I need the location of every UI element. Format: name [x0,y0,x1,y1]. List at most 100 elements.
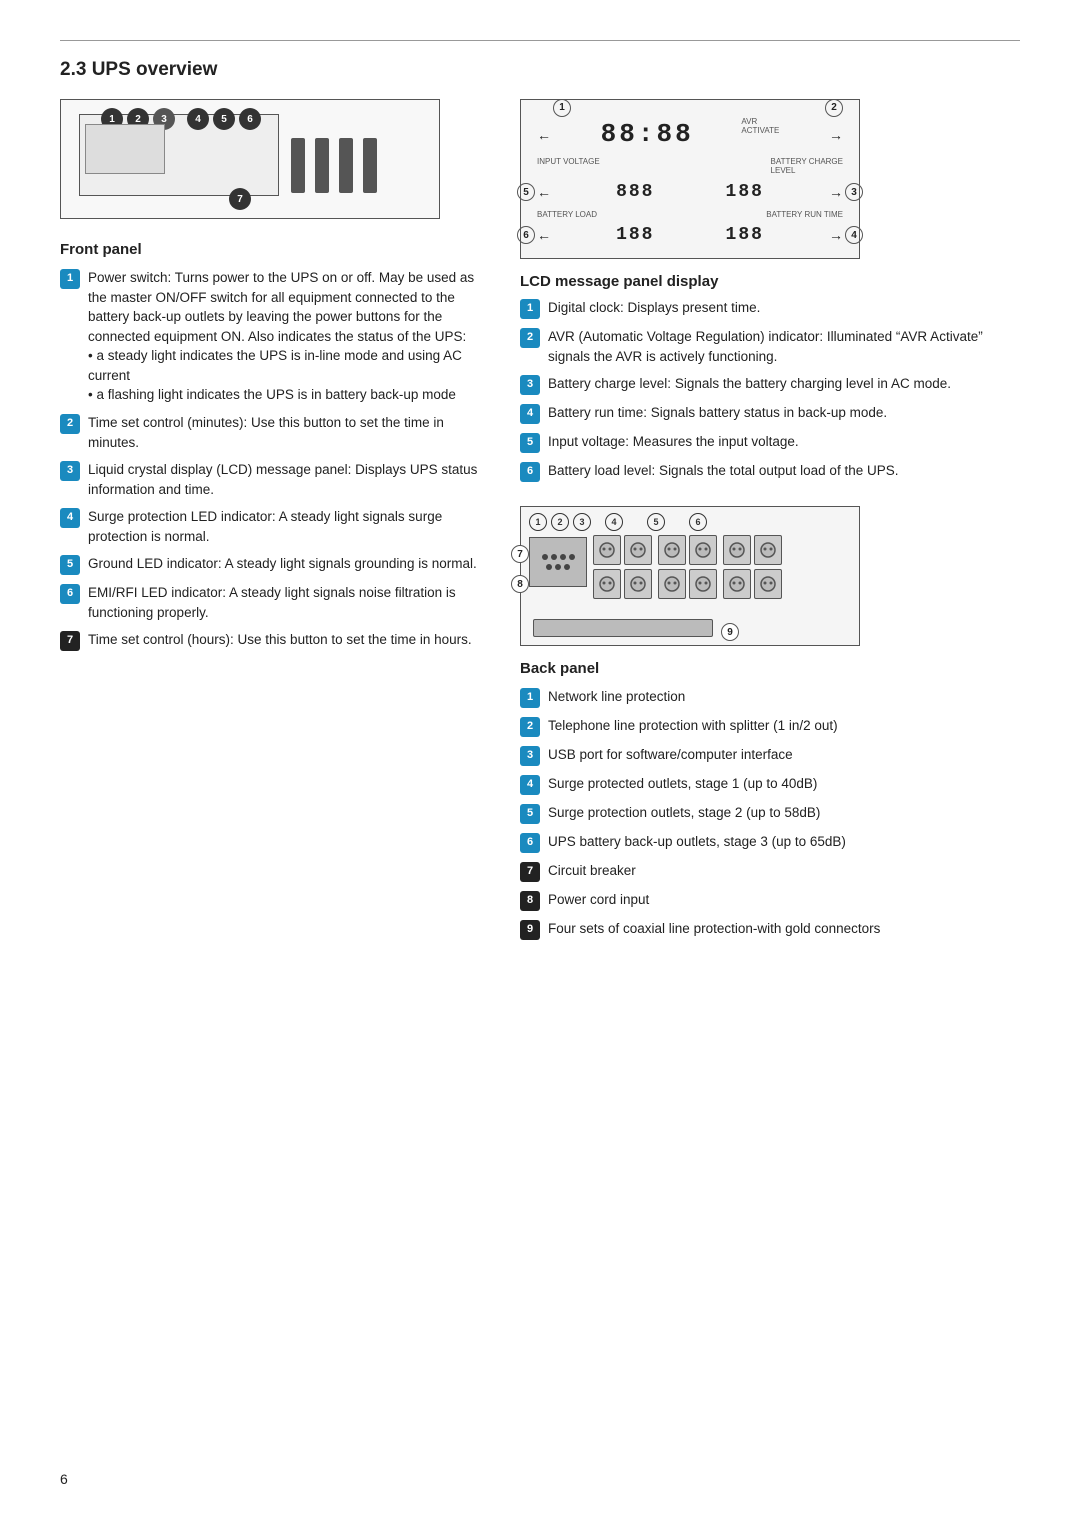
bp-badge-3: 3 [520,746,540,766]
lcd-text-6: Battery load level: Signals the total ou… [548,461,898,482]
lcd-num-2: 2 [825,99,843,117]
lcd-row-3: 6 ← 188 188 → 4 [537,225,843,245]
bp-dot-row1 [542,554,575,560]
fp-bar-4 [363,138,377,193]
lcd-badge-1: 1 [520,299,540,319]
bp-top-c1: 1 [529,513,547,531]
outlet-svg-3 [663,541,681,559]
lcd-arrow-right-3: → [829,184,843,200]
bp-top-c2: 2 [551,513,569,531]
bp-outlet-groups [593,535,782,565]
lcd-label-battery-run: BATTERY RUN TIME [766,210,843,219]
fp-text-5: Ground LED indicator: A steady light sig… [88,554,477,575]
top-divider [60,40,1020,41]
bp-top-c6: 6 [689,513,707,531]
fp-circle-4: 4 [187,108,209,130]
fp-badge-1: 1 [60,269,80,289]
fp-badge-4: 4 [60,508,80,528]
fp-item-6: 6 EMI/RFI LED indicator: A steady light … [60,583,480,622]
fp-circle-7: 7 [229,188,251,210]
fp-badge-3: 3 [60,461,80,481]
bp-dot [569,554,575,560]
bp-dot-row2 [546,564,570,570]
outlet-svg-5 [728,541,746,559]
bp-badge-6: 6 [520,833,540,853]
bp-outlet-4 [689,535,717,565]
bp-badge-5: 5 [520,804,540,824]
bp-outlet-5 [723,535,751,565]
lcd-arrow-left-1: ← [537,127,551,143]
bp-outlet-1 [593,535,621,565]
bp-left-connector [529,537,587,587]
bp-outlet-row2-g2 [658,569,717,599]
bp-text-9: Four sets of coaxial line protection-wit… [548,919,880,940]
bp-item-4: 4 Surge protected outlets, stage 1 (up t… [520,774,1020,795]
bp-outlet-group3 [723,535,782,565]
back-panel-section: 1 2 3 4 5 6 [520,506,1020,940]
lcd-label-input-voltage: INPUT VOLTAGE [537,157,600,175]
lcd-diagram: 1 ← 88:88 AVRACTIVATE → 2 INPUT VOLTAGE … [520,99,860,259]
back-panel-label: Back panel [520,660,1020,677]
bp-item-2: 2 Telephone line protection with splitte… [520,716,1020,737]
right-column: 1 ← 88:88 AVRACTIVATE → 2 INPUT VOLTAGE … [520,99,1020,948]
fp-lcd-area [85,124,165,174]
outlet-svg-7 [598,575,616,593]
front-panel-label: Front panel [60,241,480,258]
bp-item-3: 3 USB port for software/computer interfa… [520,745,1020,766]
outlet-svg-9 [663,575,681,593]
fp-bar-2 [315,138,329,193]
fp-text-3: Liquid crystal display (LCD) message pan… [88,460,480,499]
lcd-arrow-right-2: → [829,127,843,143]
fp-circle-5: 5 [213,108,235,130]
bp-badge-7: 7 [520,862,540,882]
bp-text-6: UPS battery back-up outlets, stage 3 (up… [548,832,846,853]
bp-top-c4: 4 [605,513,623,531]
lcd-text-5: Input voltage: Measures the input voltag… [548,432,799,453]
back-panel-diagram: 1 2 3 4 5 6 [520,506,860,646]
lcd-text-3: Battery charge level: Signals the batter… [548,374,951,395]
fp-text-2: Time set control (minutes): Use this but… [88,413,480,452]
bp-top-c3: 3 [573,513,591,531]
bp-dot [546,564,552,570]
fp-bars [291,138,377,193]
left-column: 1 2 3 4 5 6 7 Front panel 1 [60,99,480,948]
lcd-num-3: 3 [845,183,863,201]
lcd-item-2: 2 AVR (Automatic Voltage Regulation) ind… [520,327,1020,366]
bp-badge-8: 8 [520,891,540,911]
lcd-arrow-right-4: → [829,227,843,243]
bp-side-c8: 8 [511,575,529,593]
fp-item-7: 7 Time set control (hours): Use this but… [60,630,480,651]
lcd-item-4: 4 Battery run time: Signals battery stat… [520,403,1020,424]
bp-text-2: Telephone line protection with splitter … [548,716,838,737]
lcd-badge-4: 4 [520,404,540,424]
lcd-battery-run: 188 [726,225,764,245]
lcd-label-battery-load: BATTERY LOAD [537,210,597,219]
bp-outlet-row2 [593,569,782,599]
lcd-badge-5: 5 [520,433,540,453]
lcd-arrow-left-6: ← [537,227,551,243]
lcd-badge-2: 2 [520,328,540,348]
bp-item-5: 5 Surge protection outlets, stage 2 (up … [520,803,1020,824]
bp-top-c5: 5 [647,513,665,531]
bp-dot [551,554,557,560]
lcd-item-5: 5 Input voltage: Measures the input volt… [520,432,1020,453]
bp-power-cord [533,619,713,637]
bp-badge-2: 2 [520,717,540,737]
lcd-num-1: 1 [553,99,571,117]
bp-dot [542,554,548,560]
lcd-label-battery-charge: BATTERY CHARGELEVEL [771,157,843,175]
bp-top-circles: 1 2 3 4 5 6 [529,513,707,531]
bp-outlet-group2 [658,535,717,565]
bp-outlet-group1 [593,535,652,565]
bp-outlet-3 [658,535,686,565]
lcd-item-1: 1 Digital clock: Displays present time. [520,298,1020,319]
bp-outlet-row2-g1 [593,569,652,599]
lcd-avr-label: AVRACTIVATE [741,117,779,135]
lcd-labels-row1: INPUT VOLTAGE BATTERY CHARGELEVEL [537,157,843,175]
fp-badge-2: 2 [60,414,80,434]
outlet-svg-12 [759,575,777,593]
lcd-item-6: 6 Battery load level: Signals the total … [520,461,1020,482]
fp-circle-6: 6 [239,108,261,130]
bp-text-1: Network line protection [548,687,685,708]
fp-badge-7: 7 [60,631,80,651]
